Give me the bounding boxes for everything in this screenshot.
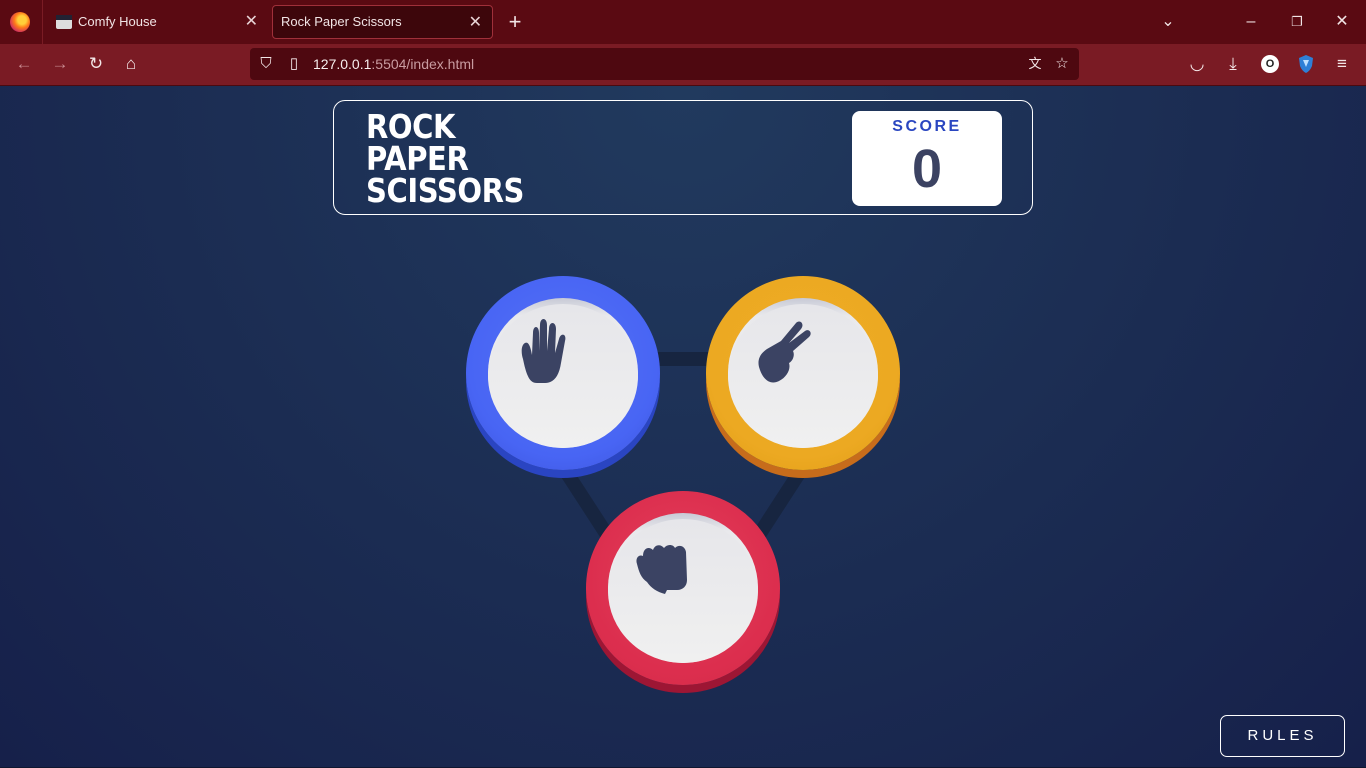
tab-rock-paper-scissors[interactable]: Rock Paper Scissors ✕ — [272, 5, 493, 39]
tab-title: Comfy House — [78, 14, 157, 29]
account-avatar[interactable]: O — [1261, 55, 1279, 73]
tracking-shield-icon[interactable]: ⛉ — [256, 54, 276, 74]
forward-button[interactable]: → — [47, 51, 73, 77]
url-text[interactable]: 127.0.0.1:5504/index.html — [313, 48, 474, 80]
game-title: ROCK PAPER SCISSORS — [366, 110, 525, 210]
hand-paper-icon — [521, 319, 566, 383]
list-all-tabs-icon[interactable]: ⌄ — [1153, 8, 1183, 36]
score-card: SCORE 0 — [852, 111, 1002, 206]
title-line-scissors: SCISSORS — [366, 171, 525, 210]
vpn-shield-icon[interactable] — [1297, 54, 1315, 74]
close-tab-icon[interactable]: ✕ — [245, 5, 258, 39]
menu-icon[interactable]: ≡ — [1329, 51, 1355, 77]
rules-button[interactable]: RULES — [1220, 715, 1345, 757]
address-bar[interactable]: ⛉ ▯ 127.0.0.1:5504/index.html 文 ☆ — [250, 48, 1079, 80]
restore-window-button[interactable]: ❐ — [1282, 8, 1312, 36]
bookmark-star-icon[interactable]: ☆ — [1052, 54, 1072, 74]
translate-icon[interactable]: 文 — [1025, 54, 1045, 74]
tab-comfy-house[interactable]: Comfy House ✕ — [46, 5, 268, 39]
back-button[interactable]: ← — [11, 51, 37, 77]
scissors-choice-button[interactable] — [706, 276, 900, 470]
home-button[interactable]: ⌂ — [118, 51, 144, 77]
hand-scissors-icon — [758, 321, 811, 383]
paper-choice-button[interactable] — [466, 276, 660, 470]
firefox-icon[interactable] — [10, 12, 30, 32]
close-tab-icon[interactable]: ✕ — [469, 6, 482, 40]
browser-nav-bar: ← → ↻ ⌂ ⛉ ▯ 127.0.0.1:5504/index.html 文 … — [0, 44, 1366, 86]
url-path: :5504/index.html — [371, 56, 475, 72]
browser-tab-bar: Comfy House ✕ Rock Paper Scissors ✕ + ⌄ … — [0, 0, 1366, 44]
tab-separator — [42, 0, 43, 44]
pocket-icon[interactable]: ◡ — [1184, 51, 1210, 77]
site-favicon-icon — [56, 15, 72, 29]
tab-title: Rock Paper Scissors — [281, 14, 402, 29]
score-label: SCORE — [892, 118, 962, 135]
score-value: 0 — [911, 139, 943, 199]
hand-rock-icon — [636, 545, 687, 594]
downloads-icon[interactable]: ⤓ — [1220, 51, 1246, 77]
reload-button[interactable]: ↻ — [83, 51, 109, 77]
game-page: ROCK PAPER SCISSORS SCORE 0 RULES — [0, 86, 1366, 768]
rock-choice-button[interactable] — [586, 491, 780, 685]
game-header: ROCK PAPER SCISSORS SCORE 0 — [333, 100, 1033, 215]
url-host: 127.0.0.1 — [313, 56, 372, 72]
close-window-button[interactable]: ✕ — [1327, 8, 1357, 36]
minimize-window-button[interactable]: – — [1236, 8, 1266, 36]
page-info-icon[interactable]: ▯ — [284, 54, 304, 74]
new-tab-button[interactable]: + — [505, 8, 525, 36]
